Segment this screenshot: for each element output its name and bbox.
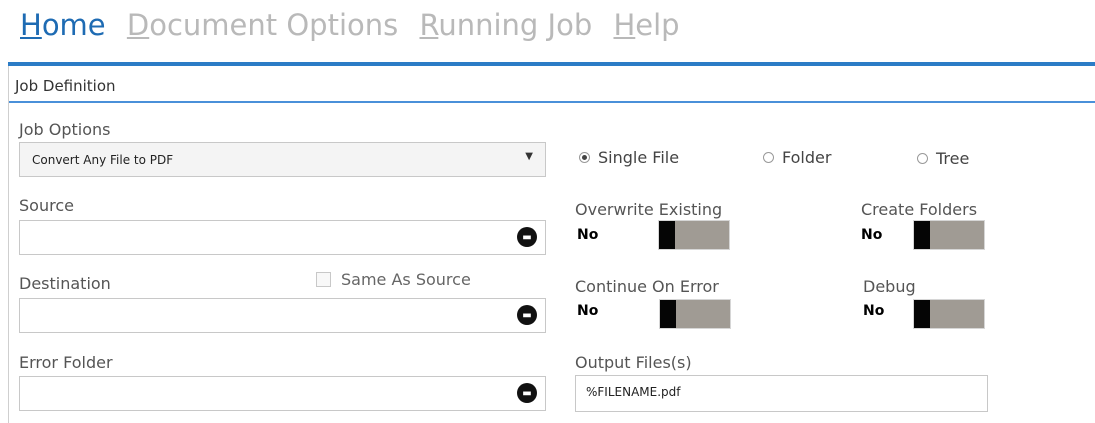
continue-on-error-label: Continue On Error (575, 277, 719, 296)
main-menu: Home Document Options Running Job Help (20, 8, 692, 42)
toggle-knob (914, 221, 930, 249)
toggle-knob (660, 300, 676, 328)
error-folder-label: Error Folder (19, 353, 113, 372)
overwrite-existing-value: No (577, 227, 599, 243)
menu-home[interactable]: Home (20, 8, 106, 42)
job-options-value: Convert Any File to PDF (32, 153, 174, 167)
radio-tree-label: Tree (936, 149, 970, 168)
same-as-source-label: Same As Source (341, 270, 471, 289)
radio-folder-label: Folder (782, 148, 832, 167)
source-input[interactable]: ▬ (19, 220, 546, 255)
radio-tree[interactable]: Tree (917, 149, 969, 168)
panel-title: Job Definition (15, 77, 116, 95)
job-options-label: Job Options (19, 120, 111, 139)
same-as-source-checkbox[interactable]: Same As Source (316, 270, 471, 289)
radio-single-file-label: Single File (598, 148, 680, 167)
error-folder-input[interactable]: ▬ (19, 376, 546, 411)
folder-open-icon[interactable]: ▬ (517, 227, 537, 247)
overwrite-existing-label: Overwrite Existing (575, 200, 723, 219)
menu-document-options[interactable]: Document Options (127, 8, 398, 42)
checkbox-box (316, 272, 331, 287)
source-label: Source (19, 196, 74, 215)
create-folders-toggle[interactable] (913, 220, 985, 250)
create-folders-value: No (861, 227, 883, 243)
output-files-input[interactable]: %FILENAME.pdf (575, 375, 988, 412)
radio-folder[interactable]: Folder (763, 148, 831, 167)
debug-value: No (863, 303, 885, 319)
folder-open-icon[interactable]: ▬ (517, 305, 537, 325)
debug-toggle[interactable] (913, 299, 985, 329)
overwrite-existing-toggle[interactable] (658, 220, 730, 250)
debug-label: Debug (863, 277, 916, 296)
radio-single-file[interactable]: Single File (579, 148, 679, 167)
toggle-knob (659, 221, 675, 249)
job-options-select[interactable]: Convert Any File to PDF ▼ (19, 142, 546, 177)
job-definition-panel: Job Definition Job Options Convert Any F… (8, 66, 1095, 423)
menu-running-job[interactable]: Running Job (419, 8, 592, 42)
destination-input[interactable]: ▬ (19, 298, 546, 333)
menu-help[interactable]: Help (613, 8, 679, 42)
folder-open-icon[interactable]: ▬ (517, 383, 537, 403)
radio-unselected-icon (917, 153, 928, 164)
radio-selected-icon (579, 152, 590, 163)
output-files-label: Output Files(s) (575, 353, 692, 372)
continue-on-error-value: No (577, 303, 599, 319)
create-folders-label: Create Folders (861, 200, 978, 219)
radio-unselected-icon (763, 152, 774, 163)
continue-on-error-toggle[interactable] (659, 299, 731, 329)
destination-label: Destination (19, 274, 111, 293)
panel-header: Job Definition (9, 66, 1095, 103)
chevron-down-icon: ▼ (525, 151, 533, 162)
output-files-value: %FILENAME.pdf (586, 385, 681, 399)
toggle-knob (914, 300, 930, 328)
